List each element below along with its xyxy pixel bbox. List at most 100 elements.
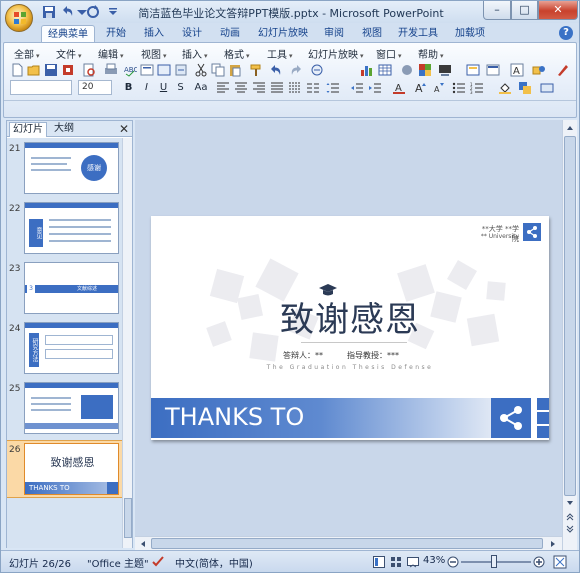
open-folder-icon[interactable] [27,63,41,77]
distributed-icon[interactable] [288,81,302,95]
new-file-icon[interactable] [10,63,24,77]
shrink-font-icon[interactable]: A [432,81,446,95]
arrange-icon[interactable] [518,81,532,95]
help-icon[interactable]: ? [559,26,573,40]
zoom-in-icon[interactable] [533,556,545,568]
drawing-icon[interactable] [556,63,570,77]
text-box-icon[interactable]: A [510,63,524,77]
chart-icon[interactable] [360,63,374,77]
tab-classic-menu[interactable]: 经典菜单 [41,25,95,43]
redo-icon[interactable] [85,4,101,20]
undo-icon[interactable] [59,4,75,20]
tab-outline[interactable]: 大纲 [51,122,77,137]
undo-icon[interactable] [268,63,282,77]
close-pane-icon[interactable]: ✕ [119,122,129,136]
hyperlink-icon[interactable] [310,63,324,77]
scrollbar-thumb[interactable] [124,498,132,538]
tab-home[interactable]: 开始 [101,25,131,43]
font-size-box[interactable]: 20 [78,80,112,95]
language[interactable]: 中文(简体，中国) [175,555,253,570]
save-icon[interactable] [41,4,57,20]
menu-format[interactable]: 格式 ▾ [224,46,250,61]
font-color-icon[interactable]: A [392,81,406,95]
tab-animation[interactable]: 动画 [215,25,245,43]
cut-icon[interactable] [194,63,208,77]
previous-slide-icon[interactable] [565,512,575,522]
quick-styles-icon[interactable] [540,81,554,95]
new-slide-icon[interactable] [466,63,480,77]
slide-canvas[interactable]: **大学 **学院 ** University 致谢感恩 答辩人：** 指导教授… [151,216,549,440]
menu-window[interactable]: 窗口 ▾ [376,46,402,61]
align-right-icon[interactable] [252,81,266,95]
bullets-icon[interactable] [452,81,466,95]
shadow-button[interactable]: S [174,81,187,95]
tab-addins[interactable]: 加载项 [451,25,489,43]
color-icon[interactable] [418,63,432,77]
menu-file[interactable]: 文件 ▾ [56,46,82,61]
bold-button[interactable]: B [122,81,135,95]
columns-icon[interactable] [306,81,320,95]
pane-scrollbar[interactable] [122,138,132,548]
align-center-icon[interactable] [234,81,248,95]
save-icon[interactable] [44,63,58,77]
menu-insert[interactable]: 插入 ▾ [182,46,208,61]
slide-thumbnail-22[interactable]: 22 意见 [7,200,122,258]
grayscale-icon[interactable] [400,63,414,77]
tab-design[interactable]: 设计 [177,25,207,43]
horizontal-scrollbar[interactable] [135,536,562,550]
slide-thumbnail-26[interactable]: 26 致谢感恩 THANKS TO [7,440,122,498]
spelling-icon[interactable]: ABC [123,63,137,77]
office-button[interactable] [5,4,33,32]
close-button[interactable]: ✕ [538,1,578,20]
menu-view[interactable]: 视图 ▾ [141,46,167,61]
justify-icon[interactable] [270,81,284,95]
scroll-right-icon[interactable] [548,539,558,549]
spell-check-icon[interactable] [151,555,165,568]
tab-review[interactable]: 审阅 [319,25,349,43]
align-left-icon[interactable] [216,81,230,95]
thesaurus-icon[interactable] [174,63,188,77]
scroll-left-icon[interactable] [138,539,148,549]
fill-color-icon[interactable] [498,81,512,95]
print-preview-icon[interactable] [82,63,96,77]
italic-button[interactable]: I [140,81,153,95]
format-painter-icon[interactable] [249,63,263,77]
fit-to-window-icon[interactable] [553,555,567,569]
menu-tools[interactable]: 工具 ▾ [267,46,293,61]
grow-font-icon[interactable]: A [414,81,428,95]
paste-icon[interactable] [228,63,242,77]
slide-icon[interactable] [157,63,171,77]
vertical-scrollbar[interactable] [562,120,577,550]
font-name-box[interactable] [10,80,72,95]
customize-qat-icon[interactable] [105,4,121,20]
tab-insert[interactable]: 插入 [139,25,169,43]
slide-thumbnail-23[interactable]: 23 3 文献综述 [7,260,122,318]
slide-thumbnail-25[interactable]: 25 [7,380,122,438]
scrollbar-thumb[interactable] [564,136,576,496]
shapes-icon[interactable] [532,63,546,77]
tab-developer[interactable]: 开发工具 [395,25,441,43]
tab-view[interactable]: 视图 [357,25,387,43]
redo-icon[interactable] [290,63,304,77]
slide-thumbnail-24[interactable]: 24 研究方法 [7,320,122,378]
scroll-down-icon[interactable] [565,498,575,508]
line-spacing-icon[interactable] [326,81,340,95]
permission-icon[interactable] [61,63,75,77]
zoom-out-icon[interactable] [447,556,459,568]
research-icon[interactable] [140,63,154,77]
tab-slides[interactable]: 幻灯片 [9,122,47,137]
next-slide-icon[interactable] [565,524,575,534]
underline-button[interactable]: U [157,81,170,95]
copy-icon[interactable] [211,63,225,77]
slide-sorter-icon[interactable] [390,556,402,568]
zoom-level[interactable]: 43% [423,555,445,566]
zoom-slider-handle[interactable] [491,555,497,568]
print-icon[interactable] [104,63,118,77]
minimize-button[interactable]: – [483,1,511,20]
slide-thumbnail-21[interactable]: 21 感谢 [7,140,122,198]
menu-all[interactable]: 全部 ▾ [14,46,40,61]
table-icon[interactable] [378,63,392,77]
scroll-up-icon[interactable] [565,123,575,133]
normal-view-icon[interactable] [373,556,385,568]
change-case-button[interactable]: Aa [192,81,210,95]
